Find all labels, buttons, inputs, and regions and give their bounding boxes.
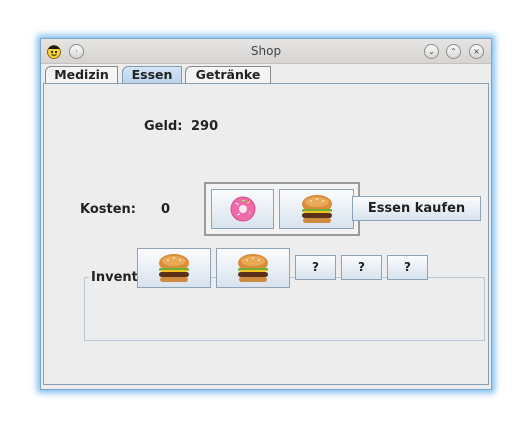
burger-icon — [301, 195, 332, 223]
maximize-button[interactable]: ⌃ — [446, 44, 461, 59]
tab-essen[interactable]: Essen — [122, 66, 182, 83]
inventory-slot-empty[interactable]: ? — [341, 255, 382, 280]
minimize-button[interactable]: ⌄ — [424, 44, 439, 59]
tab-getraenke[interactable]: Getränke — [185, 66, 271, 83]
shop-window: · Shop ⌄ ⌃ × Medizin Essen Getränke Geld… — [40, 38, 492, 390]
title-bar: · Shop ⌄ ⌃ × — [41, 39, 491, 64]
inventory-slot[interactable] — [216, 248, 290, 288]
cost-label: Kosten: — [80, 202, 136, 217]
burger-icon — [159, 254, 189, 282]
money-label: Geld: — [144, 119, 183, 134]
inventory-slot-empty[interactable]: ? — [295, 255, 336, 280]
donut-icon — [230, 196, 255, 222]
shop-items-box — [204, 182, 360, 236]
tab-content-panel: Geld: 290 Kosten: 0 Essen kaufen Inventa… — [43, 83, 489, 385]
burger-icon — [238, 254, 268, 282]
tab-medizin[interactable]: Medizin — [45, 66, 118, 83]
inventory-slot[interactable] — [137, 248, 211, 288]
shop-item-burger-button[interactable] — [279, 189, 354, 229]
buy-food-button[interactable]: Essen kaufen — [352, 196, 481, 221]
shop-item-donut-button[interactable] — [211, 189, 274, 229]
close-button[interactable]: × — [469, 44, 484, 59]
money-value: 290 — [191, 119, 219, 134]
cost-value: 0 — [161, 202, 171, 217]
inventory-slot-empty[interactable]: ? — [387, 255, 428, 280]
